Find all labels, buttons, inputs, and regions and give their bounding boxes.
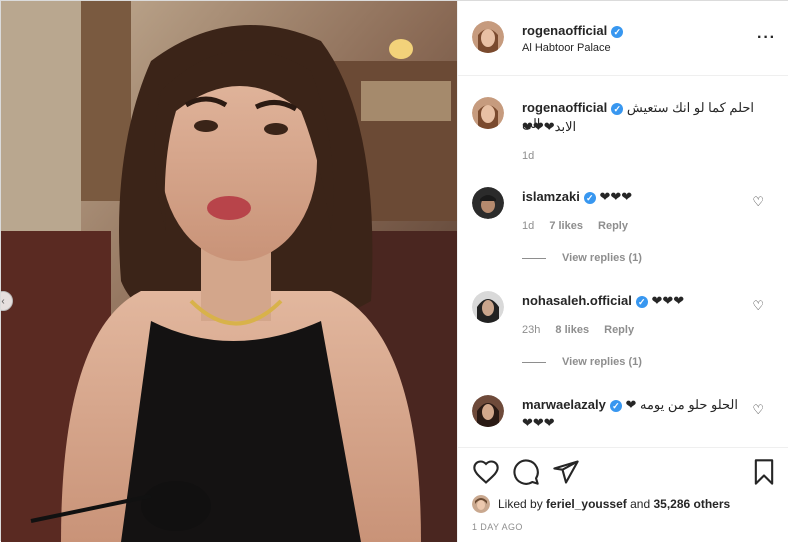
comment-likes[interactable]: 8 likes bbox=[555, 324, 589, 336]
caption-avatar[interactable] bbox=[472, 97, 504, 129]
comment-like-heart-icon[interactable]: ♡ bbox=[752, 298, 764, 314]
view-replies-text[interactable]: View replies (1) bbox=[562, 356, 642, 368]
post-sidebar: rogenaofficial ✓ Al Habtoor Palace ··· ro… bbox=[457, 1, 788, 542]
replies-divider bbox=[522, 361, 546, 363]
comment-likes[interactable]: 7 likes bbox=[549, 220, 583, 232]
liked-by-and: and bbox=[630, 497, 651, 511]
liked-by-prefix: Liked by bbox=[498, 497, 543, 511]
comment-2: nohasaleh.official ✓ ❤❤❤ bbox=[522, 293, 684, 309]
comment-username[interactable]: marwaelazaly bbox=[522, 397, 606, 412]
instagram-post: ‹ rogenaofficial ✓ Al Habtoor Palace ··· … bbox=[0, 0, 788, 542]
post-photo[interactable]: ‹ bbox=[1, 1, 457, 542]
more-dots-icon[interactable]: ··· bbox=[757, 29, 776, 47]
view-replies-button[interactable]: View replies (1) bbox=[522, 252, 642, 264]
verified-badge-icon: ✓ bbox=[609, 400, 622, 412]
liked-by-summary: Liked by feriel_youssef and 35,286 other… bbox=[498, 497, 730, 511]
liked-by-avatar[interactable] bbox=[472, 495, 490, 513]
comment-avatar-marwaelazaly[interactable] bbox=[472, 395, 504, 427]
comment-bubble-icon[interactable] bbox=[512, 458, 540, 486]
post-image bbox=[1, 1, 457, 542]
verified-badge-icon: ✓ bbox=[583, 192, 596, 204]
comment-meta: 23h 8 likes Reply bbox=[522, 324, 646, 336]
comment-username[interactable]: nohasaleh.official bbox=[522, 293, 632, 308]
paper-plane-icon[interactable] bbox=[552, 458, 580, 486]
caption-username[interactable]: rogenaofficial bbox=[522, 100, 607, 115]
comment-like-heart-icon[interactable]: ♡ bbox=[752, 402, 764, 418]
comment-text: ❤❤❤ bbox=[599, 189, 633, 204]
liked-by-others[interactable]: 35,286 others bbox=[653, 497, 730, 511]
reply-button[interactable]: Reply bbox=[604, 324, 634, 336]
post-header: rogenaofficial ✓ Al Habtoor Palace ··· bbox=[458, 1, 788, 76]
comment-time: 1d bbox=[522, 220, 535, 232]
caption-time-text: 1d bbox=[522, 150, 535, 162]
author-username[interactable]: rogenaofficial ✓ bbox=[522, 23, 624, 38]
comment-meta: 1d 7 likes Reply bbox=[522, 220, 640, 232]
author-avatar[interactable] bbox=[472, 21, 504, 53]
comment-1: islamzaki ✓ ❤❤❤ bbox=[522, 189, 632, 205]
comment-avatar-islamzaki[interactable] bbox=[472, 187, 504, 219]
bookmark-icon[interactable] bbox=[750, 458, 778, 486]
reply-button[interactable]: Reply bbox=[598, 220, 628, 232]
post-actions: Liked by feriel_youssef and 35,286 other… bbox=[458, 447, 788, 542]
comment-time: 23h bbox=[522, 324, 541, 336]
comment-3: marwaelazaly ✓ الحلو حلو من يومه ❤ bbox=[522, 397, 738, 413]
post-location[interactable]: Al Habtoor Palace bbox=[522, 42, 611, 54]
comments-list: rogenaofficial ✓ احلم كما لو انك ستعيش ال… bbox=[458, 77, 788, 447]
caption-text-line2: الابد❤❤❤ bbox=[522, 119, 577, 134]
comment-text-line1: الحلو حلو من يومه ❤ bbox=[625, 397, 738, 412]
comment-username[interactable]: islamzaki bbox=[522, 189, 580, 204]
heart-outline-icon[interactable] bbox=[472, 458, 500, 486]
caption-time: 1d bbox=[522, 150, 546, 162]
verified-badge-icon: ✓ bbox=[611, 103, 624, 115]
replies-divider bbox=[522, 257, 546, 259]
view-replies-button[interactable]: View replies (1) bbox=[522, 356, 642, 368]
view-replies-text[interactable]: View replies (1) bbox=[562, 252, 642, 264]
comment-avatar-nohasaleh[interactable] bbox=[472, 291, 504, 323]
verified-badge-icon: ✓ bbox=[611, 26, 624, 38]
post-timestamp[interactable]: 1 DAY AGO bbox=[472, 522, 523, 532]
comment-text: ❤❤❤ bbox=[651, 293, 685, 308]
author-username-text[interactable]: rogenaofficial bbox=[522, 23, 607, 38]
comment-text-line2: ❤❤❤ bbox=[522, 415, 555, 430]
verified-badge-icon: ✓ bbox=[635, 296, 648, 308]
liked-by-user[interactable]: feriel_youssef bbox=[546, 497, 627, 511]
comment-like-heart-icon[interactable]: ♡ bbox=[752, 194, 764, 210]
